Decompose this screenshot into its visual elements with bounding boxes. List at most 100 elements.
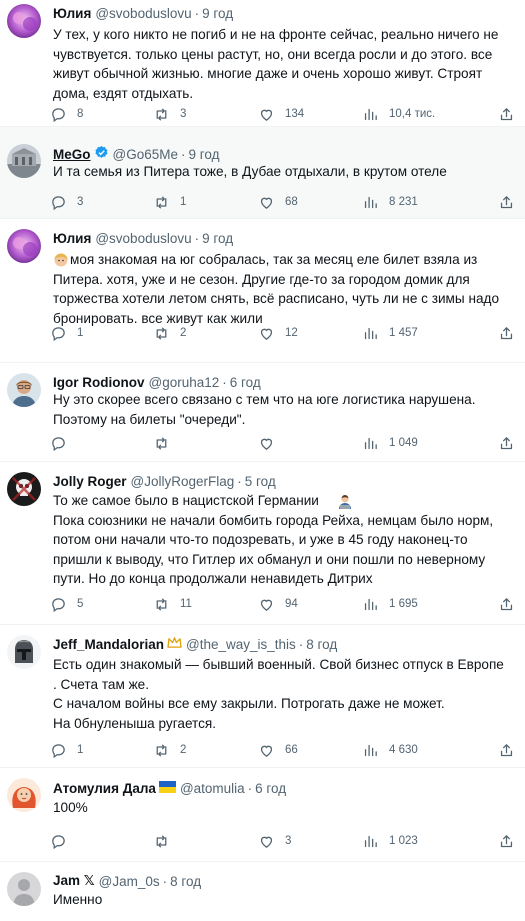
avatar[interactable] [7,872,41,906]
avatar[interactable] [7,4,41,38]
views-button[interactable]: 1 023 [362,831,418,851]
like-button[interactable]: 68 [258,192,298,212]
retweet-button[interactable] [153,433,180,453]
like-button[interactable]: 134 [258,104,304,124]
tweet-jeff-mandalorian[interactable]: Jeff_Mandalorian @the_way_is_this · 8 го… [0,625,525,768]
retweet-icon [156,597,167,611]
retweet-button[interactable]: 3 [153,104,186,124]
display-name[interactable]: Jolly Roger [53,474,127,489]
avatar[interactable] [7,373,41,407]
share-button[interactable] [498,104,515,124]
views-icon [364,835,377,847]
reply-button[interactable]: 1 [50,323,83,343]
like-count: 68 [285,196,298,208]
display-name[interactable]: Igor Rodionov [53,375,145,390]
view-count: 1 695 [389,598,418,610]
man-at-laptop-emoji-icon [337,494,353,510]
tweet-text: У тех, у кого никто не погиб и не на фро… [53,27,499,101]
timestamp[interactable]: 5 год [245,474,276,489]
timestamp[interactable]: 6 год [230,375,261,390]
user-handle[interactable]: @svobodusl​ovu [95,231,191,246]
views-button[interactable]: 1 695 [362,594,418,614]
user-handle[interactable]: @goruha12 [149,375,220,390]
timestamp[interactable]: 9 год [202,6,233,21]
view-count: 4 630 [389,744,418,756]
reply-count: 1 [77,327,84,339]
avatar[interactable] [7,778,41,812]
retweet-button[interactable]: 2 [153,323,186,343]
display-name[interactable]: Юлия [53,231,91,246]
views-button[interactable]: 8 231 [362,192,418,212]
tweet-mego[interactable]: MeGo @Go65Me · 9 год И та семья из Питер… [0,127,525,219]
like-button[interactable] [258,433,285,453]
display-name[interactable]: Jeff_Mandalorian [53,637,164,652]
timestamp[interactable]: 8 год [306,637,337,652]
timestamp[interactable]: 9 год [202,231,233,246]
views-icon [364,437,377,449]
user-handle[interactable]: @atomulia [180,781,245,796]
reply-button[interactable]: 3 [50,192,83,212]
like-button[interactable]: 94 [258,594,298,614]
like-button[interactable]: 66 [258,740,298,760]
view-count: 8 231 [389,196,418,208]
retweet-button[interactable]: 2 [153,740,186,760]
tweet-jolly-roger[interactable]: Jolly Roger @JollyRogerFlag · 5 год То ж… [0,462,525,625]
tweet-text: То же самое было в нацистской Германии П… [53,493,494,586]
tweet-igor-rodionov[interactable]: Igor Rodionov @goruha12 · 6 год Ну это с… [0,363,525,462]
user-handle[interactable]: @Go65Me [113,147,178,162]
display-name[interactable]: Атомулия Дала [53,781,156,796]
tweet-yuliya-2[interactable]: Юлия @svobodusl​ovu · 9 год моя знакомая… [0,219,525,363]
share-icon [500,195,513,208]
user-handle[interactable]: @the_way_is_this [186,637,296,652]
retweet-count: 3 [180,108,187,120]
user-handle[interactable]: @JollyRogerFlag [131,474,235,489]
avatar[interactable] [7,144,41,178]
tweet-header: Jolly Roger @JollyRogerFlag · 5 год [53,470,276,492]
avatar[interactable] [7,635,41,669]
retweet-button[interactable]: 1 [153,192,186,212]
views-icon [364,108,377,120]
views-button[interactable]: 4 630 [362,740,418,760]
timestamp[interactable]: 6 год [255,781,286,796]
retweet-button[interactable]: 11 [153,594,192,614]
tweet-jam[interactable]: Jam 𝕏 @Jam_0s · 8 год Именно [0,862,525,921]
views-button[interactable]: 10,4 тис. [362,104,435,124]
tweet-header: Юлия @svobodusl​ovu · 9 год [53,227,233,249]
share-button[interactable] [498,740,515,760]
display-name[interactable]: Jam 𝕏 [53,873,95,889]
retweet-button[interactable] [153,831,180,851]
action-bar: 8 3 134 10,4 тис. [50,104,515,124]
display-name[interactable]: MeGo [53,147,91,162]
like-button[interactable]: 12 [258,323,298,343]
share-button[interactable] [498,323,515,343]
reply-icon [52,326,65,341]
share-button[interactable] [498,831,515,851]
user-handle[interactable]: @svobodusl​ovu [95,6,191,21]
reply-button[interactable] [50,831,77,851]
display-name[interactable]: Юлия [53,6,91,21]
views-button[interactable]: 1 457 [362,323,418,343]
reply-button[interactable]: 5 [50,594,83,614]
share-icon [500,436,513,449]
reply-button[interactable]: 1 [50,740,83,760]
like-button[interactable]: 3 [258,831,291,851]
share-button[interactable] [498,594,515,614]
user-handle[interactable]: @Jam_0s [99,874,160,889]
timestamp[interactable]: 8 год [170,874,201,889]
avatar[interactable] [7,229,41,263]
separator-dot: · [194,5,200,21]
reply-icon [52,597,65,612]
avatar[interactable] [7,472,41,506]
retweet-icon [156,195,167,209]
reply-button[interactable] [50,433,77,453]
tweet-atomuliya-dala[interactable]: Атомулия Дала @atomulia · 6 год 100% 3 1… [0,768,525,862]
reply-button[interactable]: 8 [50,104,83,124]
separator-dot: · [181,146,186,162]
share-button[interactable] [498,192,515,212]
action-bar: 1 2 66 4 630 [50,740,515,760]
timestamp[interactable]: 9 год [189,147,220,162]
views-button[interactable]: 1 049 [362,433,418,453]
tweet-yuliya-1[interactable]: Юлия @svobodusl​ovu · 9 год У тех, у ког… [0,0,525,127]
share-button[interactable] [498,433,515,453]
reply-count: 8 [77,108,84,120]
